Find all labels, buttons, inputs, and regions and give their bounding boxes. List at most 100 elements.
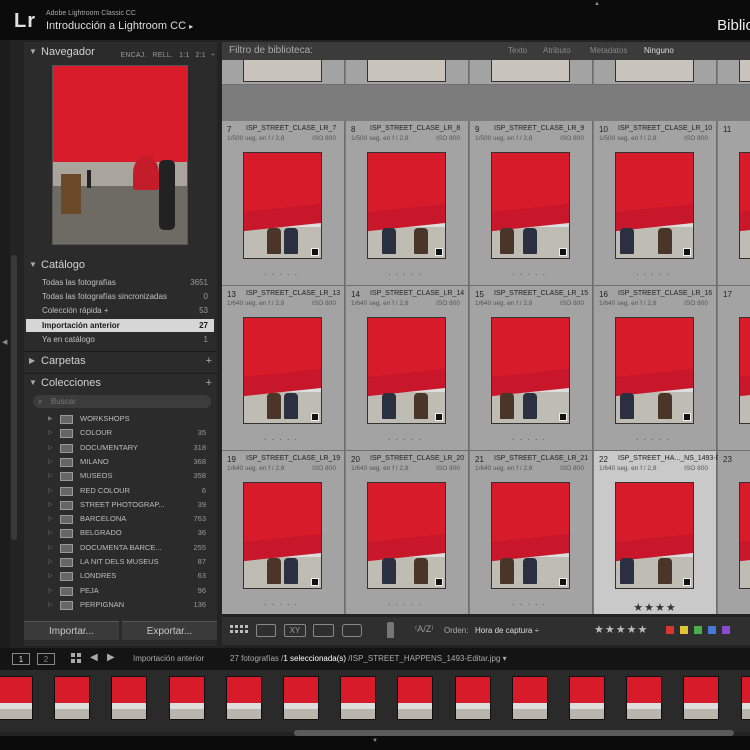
grid-cell[interactable]: 19 ISP_STREET_CLASE_LR_19 1/640 seg. en f …: [222, 451, 345, 614]
catalog-item-previous-import[interactable]: Importación anterior 27: [26, 319, 214, 332]
cell-rating-stars[interactable]: ★★★★: [594, 601, 716, 614]
collection-item[interactable]: ▷ BARCELONA 763: [24, 512, 217, 526]
collection-item[interactable]: ▷ DOCUMENTA BARCE... 255: [24, 541, 217, 555]
filmstrip-status[interactable]: 27 fotografías /1 seleccionada(s) /ISP_S…: [230, 654, 507, 663]
filmstrip-thumbnail[interactable]: [569, 676, 605, 720]
color-label-swatch[interactable]: [708, 626, 716, 634]
filmstrip-thumbnail[interactable]: [683, 676, 720, 720]
add-collection-icon[interactable]: +: [206, 374, 212, 392]
collection-item[interactable]: ▷ COLOUR 35: [24, 426, 217, 440]
panel-toggle-top-icon[interactable]: ▲: [594, 1, 600, 7]
navigator-header[interactable]: ▼ Navegador ENCAJ. RELL. 1:1 2:1 ÷: [24, 43, 217, 61]
collection-search-input[interactable]: ⌕ Buscar: [33, 395, 211, 408]
loupe-view-icon[interactable]: [256, 624, 276, 637]
filmstrip-thumbnail[interactable]: [283, 676, 319, 720]
grid-cell[interactable]: 13 ISP_STREET_CLASE_LR_13 1/640 seg. en f …: [222, 286, 345, 451]
filmstrip-thumbnail[interactable]: [225, 676, 262, 720]
grid-cell[interactable]: 22 ISP_STREET_HA..._NS_1493-Editar 1/640 s…: [594, 451, 734, 614]
filmstrip-thumbnail[interactable]: [740, 676, 750, 720]
grid-small-icon[interactable]: [71, 653, 82, 666]
grid-cell-partial[interactable]: [470, 60, 593, 85]
grid-cell-partial[interactable]: [346, 60, 469, 85]
module-library[interactable]: Bibliot: [717, 17, 750, 34]
color-label-swatch[interactable]: [680, 626, 688, 634]
collection-item[interactable]: ▷ LONDRES 63: [24, 569, 217, 583]
cell-rating-dots[interactable]: ·····: [718, 600, 750, 609]
cell-rating-dots[interactable]: ·····: [718, 435, 750, 444]
sort-select[interactable]: Hora de captura ÷: [475, 626, 539, 635]
grid-cell[interactable]: 9 ISP_STREET_CLASE_LR_9 1/500 seg. en f / …: [470, 121, 593, 286]
color-label-swatch[interactable]: [722, 626, 730, 634]
cell-rating-dots[interactable]: ·····: [594, 270, 716, 279]
collection-item[interactable]: ▶ WORKSHOPS: [24, 412, 217, 426]
expand-triangle-icon[interactable]: ▶: [48, 412, 53, 426]
catalog-item-all-photos[interactable]: Todas las fotografías 3651: [26, 276, 214, 289]
grid-cell[interactable]: 20 ISP_STREET_CLASE_LR_20 1/640 seg. en f …: [346, 451, 469, 614]
cell-rating-dots[interactable]: ·····: [222, 435, 344, 444]
collection-item[interactable]: ▷ BELGRADO 36: [24, 526, 217, 540]
zoom-2-1[interactable]: 2:1: [195, 52, 205, 59]
grid-cell-partial[interactable]: [718, 60, 750, 85]
filmstrip-thumbnail[interactable]: [54, 676, 91, 720]
cell-rating-dots[interactable]: ·····: [346, 600, 468, 609]
compare-view-icon[interactable]: XY: [284, 624, 306, 637]
panel-toggle-left-icon[interactable]: ◀: [2, 338, 7, 346]
color-label-swatch[interactable]: [694, 626, 702, 634]
cell-rating-dots[interactable]: ·····: [470, 600, 592, 609]
grid-cell[interactable]: 17 ·····: [718, 286, 750, 451]
export-button[interactable]: Exportar...: [122, 621, 217, 640]
collection-item[interactable]: ▷ PEJA 96: [24, 584, 217, 598]
zoom-fit[interactable]: ENCAJ.: [121, 52, 147, 59]
import-button[interactable]: Importar...: [24, 621, 119, 640]
catalog-name[interactable]: Introducción a Lightroom CC ▸: [46, 20, 193, 32]
filmstrip-thumbnail[interactable]: [397, 676, 434, 720]
filmstrip-source[interactable]: Importación anterior: [133, 654, 204, 663]
collection-item[interactable]: ▷ MILANO 368: [24, 455, 217, 469]
grid-cell[interactable]: 14 ISP_STREET_CLASE_LR_14 1/640 seg. en f …: [346, 286, 469, 451]
grid-cell[interactable]: 11 ·····: [718, 121, 750, 286]
cell-rating-dots[interactable]: ·····: [594, 435, 716, 444]
cell-rating-dots[interactable]: ·····: [222, 270, 344, 279]
zoom-fill[interactable]: RELL.: [153, 52, 173, 59]
collections-header[interactable]: ▼ Colecciones +: [24, 373, 217, 391]
filmstrip-thumbnail[interactable]: [511, 676, 548, 720]
zoom-1-1[interactable]: 1:1: [179, 52, 189, 59]
filmstrip-thumbnail[interactable]: [0, 676, 33, 720]
survey-view-icon[interactable]: [313, 624, 334, 637]
grid-cell-partial[interactable]: [222, 60, 345, 85]
filmstrip-thumbnail[interactable]: [626, 676, 663, 720]
panel-toggle-bottom-icon[interactable]: ▼: [372, 738, 378, 744]
people-view-icon[interactable]: [342, 624, 362, 637]
forward-arrow-icon[interactable]: ▶: [107, 652, 115, 663]
collection-item[interactable]: ▷ LA NIT DELS MUSEUS 87: [24, 555, 217, 569]
collection-item[interactable]: ▷ DOCUMENTARY 318: [24, 441, 217, 455]
rating-stars[interactable]: ★★★★★: [594, 623, 648, 636]
color-label-swatch[interactable]: [666, 626, 674, 634]
cell-rating-dots[interactable]: ·····: [470, 270, 592, 279]
filmstrip-thumbnail[interactable]: [111, 676, 148, 720]
grid-cell[interactable]: 21 ISP_STREET_CLASE_LR_21 1/640 seg. en f …: [470, 451, 593, 614]
grid-cell[interactable]: 15 ISP_STREET_CLASE_LR_15 1/640 seg. en f …: [470, 286, 593, 451]
cell-rating-dots[interactable]: ·····: [346, 270, 468, 279]
left-panel-edge[interactable]: ◀: [0, 40, 10, 650]
filmstrip-thumbnail[interactable]: [454, 676, 491, 720]
filter-tab-text[interactable]: Texto: [508, 46, 527, 55]
grid-cell[interactable]: 7 ISP_STREET_CLASE_LR_7 1/500 seg. en f / …: [222, 121, 345, 286]
catalog-header[interactable]: ▼ Catálogo: [24, 256, 217, 274]
navigator-preview[interactable]: [52, 65, 188, 245]
filter-tab-none[interactable]: Ninguno: [644, 46, 674, 55]
grid-cell-partial[interactable]: [594, 60, 717, 85]
catalog-item-already-in-catalog[interactable]: Ya en catálogo 1: [26, 333, 214, 346]
cell-rating-dots[interactable]: ·····: [346, 435, 468, 444]
catalog-item-synced[interactable]: Todas las fotografías sincronizadas 0: [26, 290, 214, 303]
painter-icon[interactable]: [387, 622, 394, 638]
collection-item[interactable]: ▷ STREET PHOTOGRAP... 39: [24, 498, 217, 512]
grid-cell[interactable]: 23 ·····: [718, 451, 750, 614]
cell-rating-dots[interactable]: ·····: [718, 270, 750, 279]
main-monitor-button[interactable]: 1: [12, 653, 30, 665]
filmstrip-thumbnail[interactable]: [340, 676, 377, 720]
second-monitor-button[interactable]: 2: [37, 653, 55, 665]
cell-rating-dots[interactable]: ·····: [470, 435, 592, 444]
filmstrip-thumbnail[interactable]: [168, 676, 205, 720]
folders-header[interactable]: ▶ Carpetas +: [24, 351, 217, 369]
